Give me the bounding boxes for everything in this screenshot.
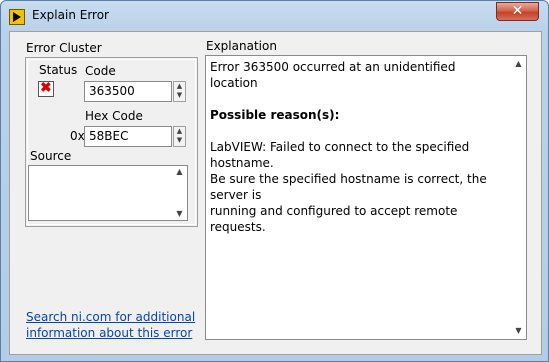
code-label: Code — [85, 64, 116, 78]
decrement-icon[interactable]: ▼ — [174, 136, 185, 145]
source-label: Source — [30, 149, 72, 163]
explanation-line-3: Be sure the specified hostname is correc… — [210, 172, 487, 202]
explain-error-window: Explain Error ✕ Error Cluster Status Cod… — [0, 0, 549, 362]
increment-icon[interactable]: ▲ — [174, 127, 185, 136]
labview-app-icon — [9, 9, 25, 25]
source-field[interactable]: ▲ ▼ — [28, 165, 188, 221]
explanation-line-2: LabVIEW: Failed to connect to the specif… — [210, 140, 470, 170]
close-button[interactable]: ✕ — [496, 2, 539, 21]
hex-prefix: 0x — [70, 129, 85, 143]
explanation-label: Explanation — [206, 39, 277, 53]
code-stepper[interactable]: ▲ ▼ — [173, 81, 186, 102]
status-error-icon — [38, 80, 54, 97]
window-title: Explain Error — [32, 8, 109, 22]
decrement-icon[interactable]: ▼ — [174, 91, 185, 100]
explanation-line-1: Error 363500 occurred at an unidentified… — [210, 60, 456, 90]
hex-code-field[interactable]: 58BEC — [84, 126, 172, 147]
explanation-scrollbar[interactable]: ▲ ▼ — [511, 56, 526, 339]
code-field[interactable]: 363500 — [84, 81, 172, 102]
scroll-down-icon[interactable]: ▼ — [172, 208, 187, 220]
possible-reasons-heading: Possible reason(s): — [210, 108, 340, 122]
explanation-field[interactable]: Error 363500 occurred at an unidentified… — [205, 55, 527, 340]
hex-code-label: Hex Code — [85, 109, 143, 123]
search-ni-link-line-1[interactable]: Search ni.com for additional — [26, 310, 195, 324]
source-scrollbar[interactable]: ▲ ▼ — [172, 166, 187, 220]
search-ni-link-line-2[interactable]: information about this error — [26, 326, 192, 340]
increment-icon[interactable]: ▲ — [174, 82, 185, 91]
title-bar[interactable]: Explain Error ✕ — [1, 1, 548, 31]
scroll-down-icon[interactable]: ▼ — [511, 325, 526, 337]
explanation-line-4: running and configured to accept remote … — [210, 204, 458, 234]
hex-code-stepper[interactable]: ▲ ▼ — [173, 126, 186, 147]
scroll-up-icon[interactable]: ▲ — [172, 166, 187, 178]
status-label: Status — [39, 63, 78, 77]
dialog-body: Error Cluster Status Code 363500 ▲ ▼ Hex… — [9, 31, 542, 355]
explanation-text: Error 363500 occurred at an unidentified… — [210, 59, 506, 235]
error-cluster-label: Error Cluster — [26, 41, 102, 55]
scroll-up-icon[interactable]: ▲ — [511, 58, 526, 70]
